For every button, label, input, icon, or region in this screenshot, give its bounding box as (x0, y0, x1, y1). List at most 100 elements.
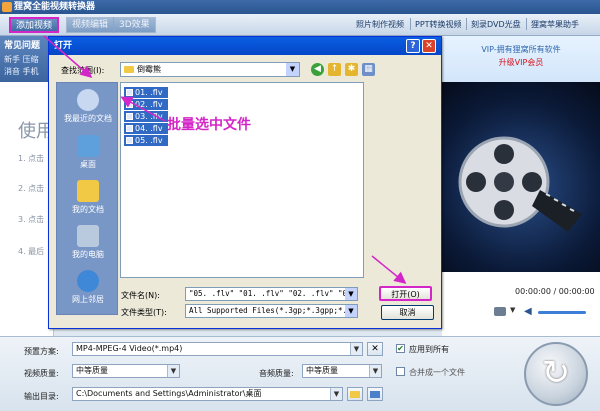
dialog-title-bar: 打开 ? ✕ (49, 37, 441, 55)
merge-label: 合并成一个文件 (409, 368, 465, 377)
settings-wrench-button[interactable]: ✕ (367, 342, 383, 356)
faq-links-row-2[interactable]: 消音 手机 (4, 66, 50, 77)
usage-step-3: 3. 点击 (18, 215, 45, 224)
app-title-bar: 狸窝全能视频转换器 (0, 0, 600, 14)
video-quality-label: 视频质量: (24, 369, 59, 378)
upgrade-vip-link[interactable]: 升级VIP会员 (442, 57, 600, 68)
chevron-down-icon[interactable]: ▼ (345, 305, 357, 317)
vip-text[interactable]: VIP-拥有狸窝所有软件 (442, 44, 600, 55)
flv-file-icon (126, 89, 133, 96)
network-icon (77, 270, 99, 292)
3d-effect-button[interactable]: 3D效果 (113, 17, 156, 33)
audio-quality-select[interactable]: 中等质量 ▼ (302, 364, 382, 378)
video-quality-value: 中等质量 (76, 366, 108, 375)
chevron-down-icon[interactable]: ▼ (345, 288, 357, 300)
open-button[interactable]: 打开(O) (379, 286, 432, 301)
file-item[interactable]: 01. .flv (124, 87, 168, 98)
video-quality-select[interactable]: 中等质量 ▼ (72, 364, 180, 378)
help-icon[interactable]: ? (406, 39, 420, 53)
apple-assistant-link[interactable]: 狸窝苹果助手 (531, 19, 579, 30)
output-dir-value: C:\Documents and Settings\Administrator\… (76, 389, 262, 398)
place-label: 我的电脑 (72, 250, 104, 259)
filetype-label: 文件类型(T): (121, 308, 167, 317)
file-name: 05. .flv (135, 136, 163, 145)
volume-slider[interactable] (538, 311, 586, 314)
file-name: 01. .flv (135, 88, 163, 97)
recent-docs-icon (77, 89, 99, 111)
filetype-select[interactable]: All Supported Files(*.3gp;*.3gpp;*.3g ▼ (185, 304, 358, 318)
place-my-computer[interactable]: 我的电脑 (57, 225, 119, 260)
file-item[interactable]: 03. .flv (124, 111, 168, 122)
add-video-button[interactable]: 添加视频 (9, 17, 60, 33)
apply-all-label: 应用到所有 (409, 345, 449, 354)
my-documents-icon (77, 180, 99, 202)
file-item[interactable]: 02. .flv (124, 99, 168, 110)
up-folder-icon[interactable]: ↑ (328, 63, 341, 76)
chevron-down-icon[interactable]: ▼ (510, 306, 515, 314)
chevron-down-icon[interactable]: ▼ (369, 365, 381, 377)
back-icon[interactable]: ◀ (311, 63, 324, 76)
look-in-value: 倒霉熊 (137, 65, 161, 74)
toolbar-separator (466, 18, 467, 30)
folder-icon (124, 66, 134, 73)
convert-button[interactable]: ↻ (524, 342, 588, 406)
browse-folder-button[interactable] (347, 387, 363, 401)
preset-label: 预置方案: (24, 347, 59, 356)
place-label: 网上邻居 (72, 295, 104, 304)
usage-step-1: 1. 点击 (18, 154, 45, 163)
faq-bar: 常见问题 新手 压缩 消音 手机 (0, 36, 54, 82)
dialog-title: 打开 (54, 41, 73, 51)
file-name: 03. .flv (135, 112, 163, 121)
video-edit-button[interactable]: 视频编辑 (66, 17, 115, 33)
chevron-down-icon[interactable]: ▼ (350, 343, 362, 355)
filename-value: "05. .flv" "01. .flv" "02. .flv" "03. .f… (189, 289, 357, 298)
camera-icon[interactable] (494, 307, 506, 316)
filetype-value: All Supported Files(*.3gp;*.3gpp;*.3g (189, 306, 357, 315)
chevron-down-icon[interactable]: ▼ (330, 388, 342, 400)
audio-quality-value: 中等质量 (306, 366, 338, 375)
toolbar-separator (526, 18, 527, 30)
output-dir-label: 输出目录: (24, 392, 59, 401)
flv-file-icon (126, 125, 133, 132)
place-recent[interactable]: 我最近的文档 (57, 89, 119, 124)
flv-file-icon (126, 113, 133, 120)
burn-dvd-link[interactable]: 刻录DVD光盘 (471, 19, 521, 30)
photo-to-video-link[interactable]: 照片制作视频 (356, 19, 404, 30)
ppt-to-video-link[interactable]: PPT转换视频 (415, 19, 462, 30)
place-desktop[interactable]: 桌面 (57, 135, 119, 170)
merge-checkbox[interactable] (396, 367, 405, 376)
usage-step-4: 4. 最后 (18, 247, 45, 256)
preset-value: MP4-MPEG-4 Video(*.mp4) (76, 344, 183, 353)
look-in-select[interactable]: 倒霉熊 ▼ (120, 62, 300, 77)
filename-label: 文件名(N): (121, 291, 160, 300)
chevron-down-icon[interactable]: ▼ (167, 365, 179, 377)
place-label: 我最近的文档 (64, 114, 112, 123)
file-list[interactable]: 01. .flv 02. .flv 03. .flv 04. .flv 05. … (120, 82, 364, 278)
volume-icon[interactable]: ◀ (524, 306, 532, 317)
audio-quality-label: 音频质量: (259, 369, 294, 378)
faq-links-row-1[interactable]: 新手 压缩 (4, 54, 50, 65)
flv-file-icon (126, 101, 133, 108)
view-menu-icon[interactable]: ▦ (362, 63, 375, 76)
cancel-button[interactable]: 取消 (381, 305, 434, 320)
file-item[interactable]: 05. .flv (124, 135, 168, 146)
vip-banner[interactable]: VIP-拥有狸窝所有软件 升级VIP会员 (442, 36, 600, 82)
file-name: 02. .flv (135, 100, 163, 109)
preset-select[interactable]: MP4-MPEG-4 Video(*.mp4) ▼ (72, 342, 363, 356)
open-file-dialog: 打开 ? ✕ 查找范围(I): 倒霉熊 ▼ ◀ ↑ ✱ ▦ 我最近的文档 桌面 … (48, 36, 442, 329)
new-folder-icon[interactable]: ✱ (345, 63, 358, 76)
place-my-documents[interactable]: 我的文档 (57, 180, 119, 215)
settings-panel: 预置方案: MP4-MPEG-4 Video(*.mp4) ▼ ✕ ✔ 应用到所… (0, 336, 600, 411)
file-item[interactable]: 04. .flv (124, 123, 168, 134)
faq-title[interactable]: 常见问题 (4, 38, 50, 51)
open-folder-button[interactable] (367, 387, 383, 401)
output-dir-field[interactable]: C:\Documents and Settings\Administrator\… (72, 387, 343, 401)
file-name: 04. .flv (135, 124, 163, 133)
chevron-down-icon[interactable]: ▼ (286, 63, 299, 76)
place-label: 我的文档 (72, 205, 104, 214)
place-network[interactable]: 网上邻居 (57, 270, 119, 305)
filename-input[interactable]: "05. .flv" "01. .flv" "02. .flv" "03. .f… (185, 287, 358, 301)
close-icon[interactable]: ✕ (422, 39, 436, 53)
apply-all-checkbox[interactable]: ✔ (396, 344, 405, 353)
places-bar: 我最近的文档 桌面 我的文档 我的电脑 网上邻居 (56, 82, 118, 315)
